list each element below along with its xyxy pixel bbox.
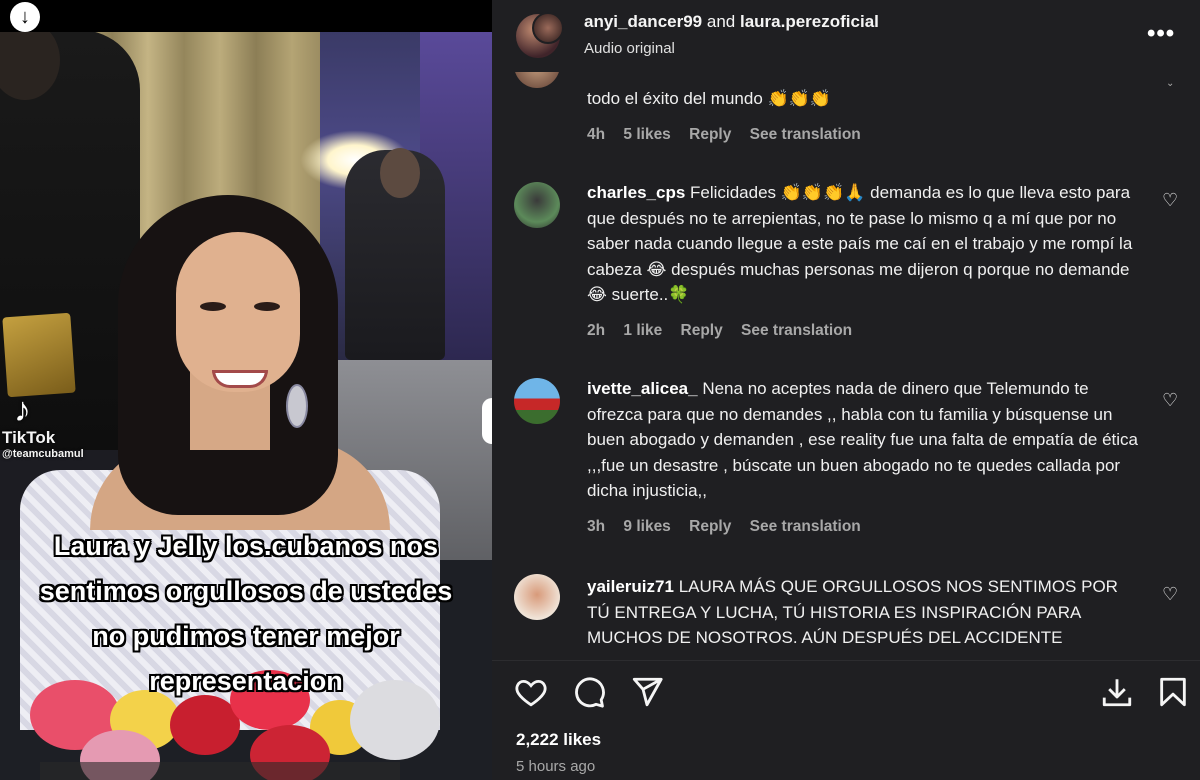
video-caption-cutoff: [40, 762, 400, 780]
comment-body: ivette_alicea_ Nena no aceptes nada de d…: [587, 376, 1143, 504]
avatar[interactable]: [514, 378, 560, 424]
see-translation-button[interactable]: See translation: [750, 126, 861, 143]
comment-icon[interactable]: [572, 675, 606, 709]
heart-icon[interactable]: ♡: [1162, 584, 1178, 605]
post-authors: anyi_dancer99 and laura.perezoficial: [584, 12, 879, 32]
comment-username[interactable]: ivette_alicea_: [587, 379, 698, 398]
action-bar: [492, 660, 1200, 721]
post-header: anyi_dancer99 and laura.perezoficial Aud…: [492, 0, 1200, 72]
tiktok-handle: @teamcubamul: [2, 448, 84, 460]
bookmark-icon[interactable]: [1156, 675, 1190, 709]
video-top-bar: [0, 0, 492, 32]
tiktok-logo-icon: ♪: [14, 391, 31, 429]
comment-likes[interactable]: 1 like: [623, 322, 662, 339]
comment-likes[interactable]: 5 likes: [623, 126, 670, 143]
comment-text: todo el éxito del mundo 👏👏👏: [587, 89, 832, 108]
avatar-secondary[interactable]: [532, 12, 564, 44]
heart-icon[interactable]: ♡: [1162, 390, 1178, 411]
heart-icon[interactable]: ♡: [1162, 190, 1178, 211]
comment-username[interactable]: yaileruiz71: [587, 577, 674, 596]
download-icon[interactable]: [1100, 675, 1134, 709]
comment-time: 3h: [587, 518, 606, 535]
next-arrow-icon[interactable]: [482, 398, 492, 444]
see-translation-button[interactable]: See translation: [750, 518, 861, 535]
audio-link[interactable]: Audio original: [584, 40, 675, 57]
left-eye: [200, 302, 226, 311]
comment-body: yaileruiz71 LAURA MÁS QUE ORGULLOSOS NOS…: [587, 574, 1143, 651]
video-player[interactable]: ↓ ♪ TikTok @teamcubamul Laura y Jelly lo…: [0, 0, 492, 780]
comment-meta: 3h 9 likes Reply See translation: [587, 518, 875, 536]
reply-button[interactable]: Reply: [689, 126, 731, 143]
avatar[interactable]: [514, 182, 560, 228]
comment-likes[interactable]: 9 likes: [623, 518, 670, 535]
chevron-down-icon: ⌄: [1166, 78, 1175, 89]
background-person-head: [380, 148, 420, 198]
see-translation-button[interactable]: See translation: [741, 322, 852, 339]
reply-button[interactable]: Reply: [681, 322, 723, 339]
comment-username[interactable]: charles_cps: [587, 183, 685, 202]
tiktok-brand: TikTok: [2, 428, 56, 447]
share-icon[interactable]: [630, 675, 664, 709]
author-link-2[interactable]: laura.perezoficial: [740, 12, 879, 31]
tiktok-watermark: ♪ TikTok @teamcubamul: [2, 392, 122, 460]
right-eye: [254, 302, 280, 311]
comments-panel: anyi_dancer99 and laura.perezoficial Aud…: [492, 0, 1200, 780]
comment-body: charles_cps Felicidades 👏👏👏🙏 demanda es …: [587, 180, 1143, 308]
post-timestamp: 5 hours ago: [516, 758, 596, 775]
access-badge: [2, 312, 76, 398]
comment-time: 4h: [587, 126, 606, 143]
arrow-down-circle-icon[interactable]: ↓: [10, 2, 40, 32]
avatar[interactable]: [514, 72, 560, 88]
earring: [286, 384, 308, 428]
comment-meta: 2h 1 like Reply See translation: [587, 322, 866, 340]
comments-list[interactable]: todo el éxito del mundo 👏👏👏 4h 5 likes R…: [492, 72, 1200, 652]
comment-time: 2h: [587, 322, 606, 339]
likes-count[interactable]: 2,222 likes: [516, 730, 601, 750]
heart-icon[interactable]: [514, 675, 548, 709]
avatar[interactable]: [514, 574, 560, 620]
more-horizontal-icon[interactable]: •••: [1147, 20, 1175, 48]
video-caption: Laura y Jelly los.cubanos nos sentimos o…: [39, 531, 453, 696]
woman-face: [176, 232, 300, 392]
comment-meta: 4h 5 likes Reply See translation: [587, 126, 875, 144]
author-link-1[interactable]: anyi_dancer99: [584, 12, 702, 31]
reply-button[interactable]: Reply: [689, 518, 731, 535]
author-connector: and: [706, 12, 736, 31]
